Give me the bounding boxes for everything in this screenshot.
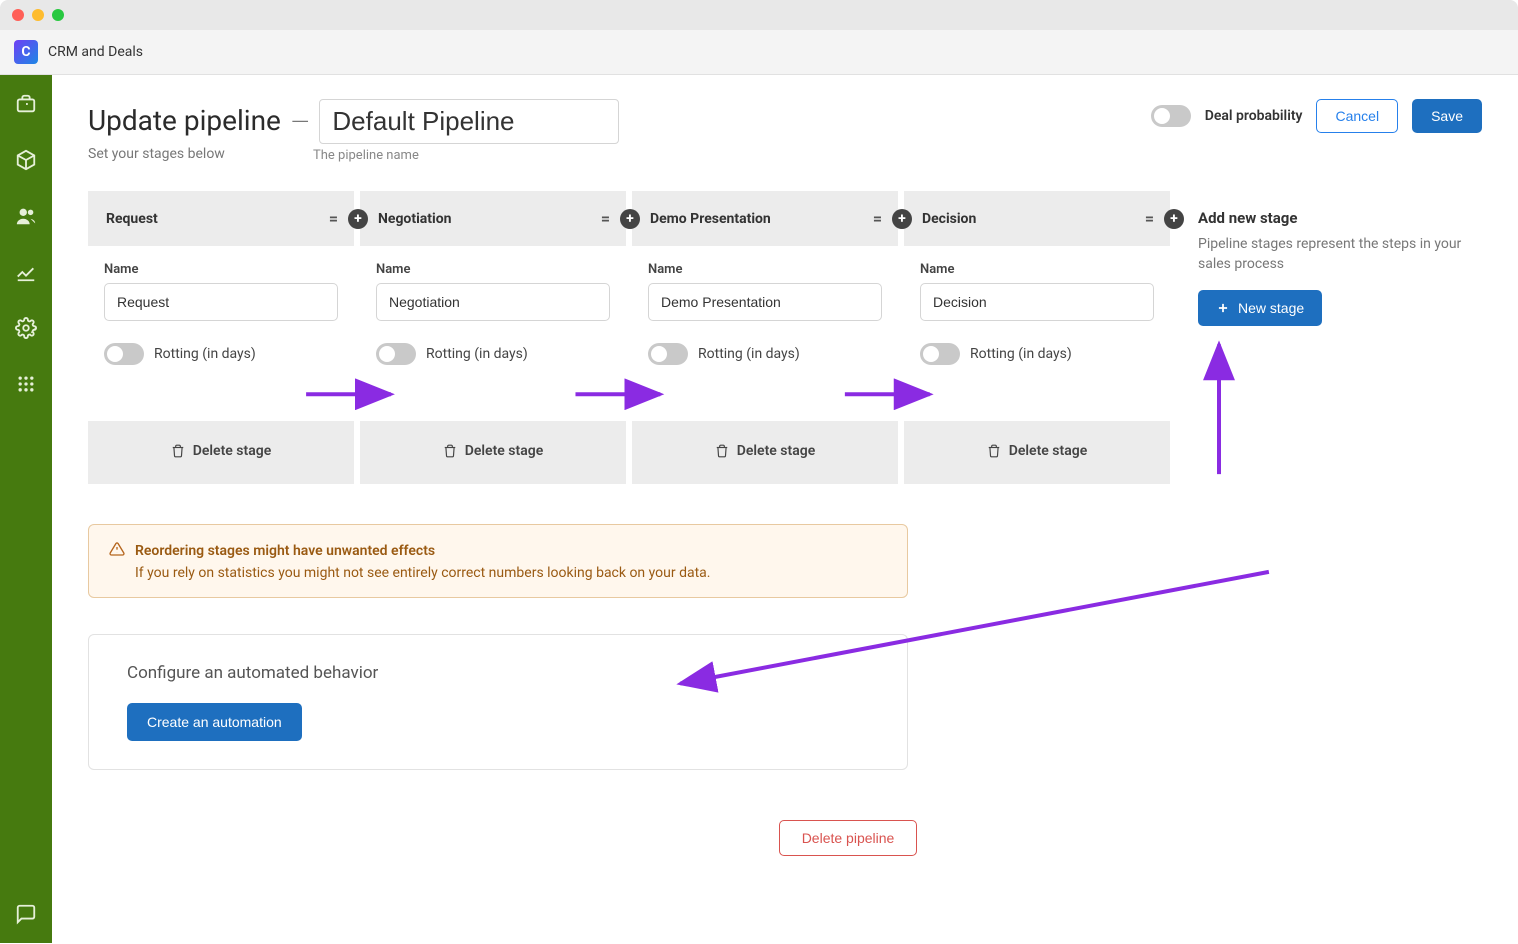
add-stage-after-button[interactable]: + (348, 209, 368, 229)
deal-probability-toggle[interactable] (1151, 105, 1191, 127)
app-header: C CRM and Deals (0, 30, 1518, 75)
stage-name-label: Name (920, 262, 1154, 277)
trash-icon (715, 444, 729, 458)
add-stage-title: Add new stage (1198, 209, 1476, 227)
stage-name-label: Name (648, 262, 882, 277)
warning-icon (109, 541, 125, 561)
stage-title: Request (106, 211, 158, 227)
add-stage-after-button[interactable]: + (620, 209, 640, 229)
delete-stage-button[interactable]: Delete stage (171, 443, 271, 459)
app-title: CRM and Deals (48, 44, 143, 60)
stage-title: Decision (922, 211, 976, 227)
automation-title: Configure an automated behavior (127, 663, 869, 683)
add-stage-panel: Add new stage Pipeline stages represent … (1176, 191, 1476, 326)
stage-title: Demo Presentation (650, 211, 771, 227)
delete-pipeline-button[interactable]: Delete pipeline (779, 820, 918, 856)
trash-icon (443, 444, 457, 458)
warning-body: If you rely on statistics you might not … (135, 565, 887, 581)
stage-name-label: Name (104, 262, 338, 277)
pipeline-name-input[interactable] (319, 99, 619, 144)
delete-stage-button[interactable]: Delete stage (987, 443, 1087, 459)
app-logo-letter: C (21, 44, 30, 60)
stage-card-request: Request = + Name Rotting (in days) (88, 191, 354, 484)
stage-name-input[interactable] (920, 283, 1154, 321)
window-close-button[interactable] (12, 9, 24, 21)
delete-stage-label: Delete stage (737, 443, 815, 459)
rotting-toggle[interactable] (376, 343, 416, 365)
warning-title: Reordering stages might have unwanted ef… (135, 543, 435, 559)
cancel-button[interactable]: Cancel (1316, 99, 1398, 133)
rotting-label: Rotting (in days) (698, 346, 800, 362)
window-chrome (0, 0, 1518, 30)
briefcase-icon[interactable] (15, 93, 37, 115)
deal-probability-label: Deal probability (1205, 108, 1303, 124)
stage-name-input[interactable] (648, 283, 882, 321)
gear-icon[interactable] (15, 317, 37, 339)
main-content: Update pipeline — Set your stages below … (52, 75, 1518, 943)
users-icon[interactable] (15, 205, 37, 227)
plus-icon (1216, 301, 1230, 315)
pipeline-name-hint: The pipeline name (313, 148, 419, 163)
stage-card-negotiation: Negotiation = + Name Rotting (in days) (360, 191, 626, 484)
save-button[interactable]: Save (1412, 99, 1482, 133)
title-separator: — (291, 108, 310, 136)
rotting-label: Rotting (in days) (154, 346, 256, 362)
add-stage-description: Pipeline stages represent the steps in y… (1198, 235, 1476, 274)
add-stage-after-button[interactable]: + (892, 209, 912, 229)
delete-stage-label: Delete stage (193, 443, 271, 459)
new-stage-button[interactable]: New stage (1198, 290, 1322, 326)
stage-card-demo-presentation: Demo Presentation = + Name Rotting (in d… (632, 191, 898, 484)
drag-handle-icon[interactable]: = (601, 209, 610, 228)
delete-stage-button[interactable]: Delete stage (715, 443, 815, 459)
sidebar (0, 75, 52, 943)
drag-handle-icon[interactable]: = (873, 209, 882, 228)
delete-stage-label: Delete stage (1009, 443, 1087, 459)
chart-icon[interactable] (15, 261, 37, 283)
trash-icon (171, 444, 185, 458)
stage-name-input[interactable] (104, 283, 338, 321)
add-stage-after-button[interactable]: + (1164, 209, 1184, 229)
reorder-warning: Reordering stages might have unwanted ef… (88, 524, 908, 598)
cube-icon[interactable] (15, 149, 37, 171)
app-logo: C (14, 40, 38, 64)
stages-row: Request = + Name Rotting (in days) (88, 191, 1482, 484)
page-subtitle: Set your stages below (88, 146, 303, 163)
delete-stage-label: Delete stage (465, 443, 543, 459)
stage-card-decision: Decision = + Name Rotting (in days) (904, 191, 1170, 484)
window-minimize-button[interactable] (32, 9, 44, 21)
stage-name-label: Name (376, 262, 610, 277)
delete-stage-button[interactable]: Delete stage (443, 443, 543, 459)
rotting-toggle[interactable] (104, 343, 144, 365)
rotting-label: Rotting (in days) (970, 346, 1072, 362)
drag-handle-icon[interactable]: = (329, 209, 338, 228)
stage-name-input[interactable] (376, 283, 610, 321)
automation-box: Configure an automated behavior Create a… (88, 634, 908, 770)
stage-title: Negotiation (378, 211, 451, 227)
create-automation-button[interactable]: Create an automation (127, 703, 302, 741)
page-title: Update pipeline (88, 104, 281, 137)
apps-icon[interactable] (15, 373, 37, 395)
rotting-toggle[interactable] (920, 343, 960, 365)
chat-icon[interactable] (15, 903, 37, 925)
new-stage-button-label: New stage (1238, 300, 1304, 316)
drag-handle-icon[interactable]: = (1145, 209, 1154, 228)
rotting-label: Rotting (in days) (426, 346, 528, 362)
rotting-toggle[interactable] (648, 343, 688, 365)
trash-icon (987, 444, 1001, 458)
window-maximize-button[interactable] (52, 9, 64, 21)
